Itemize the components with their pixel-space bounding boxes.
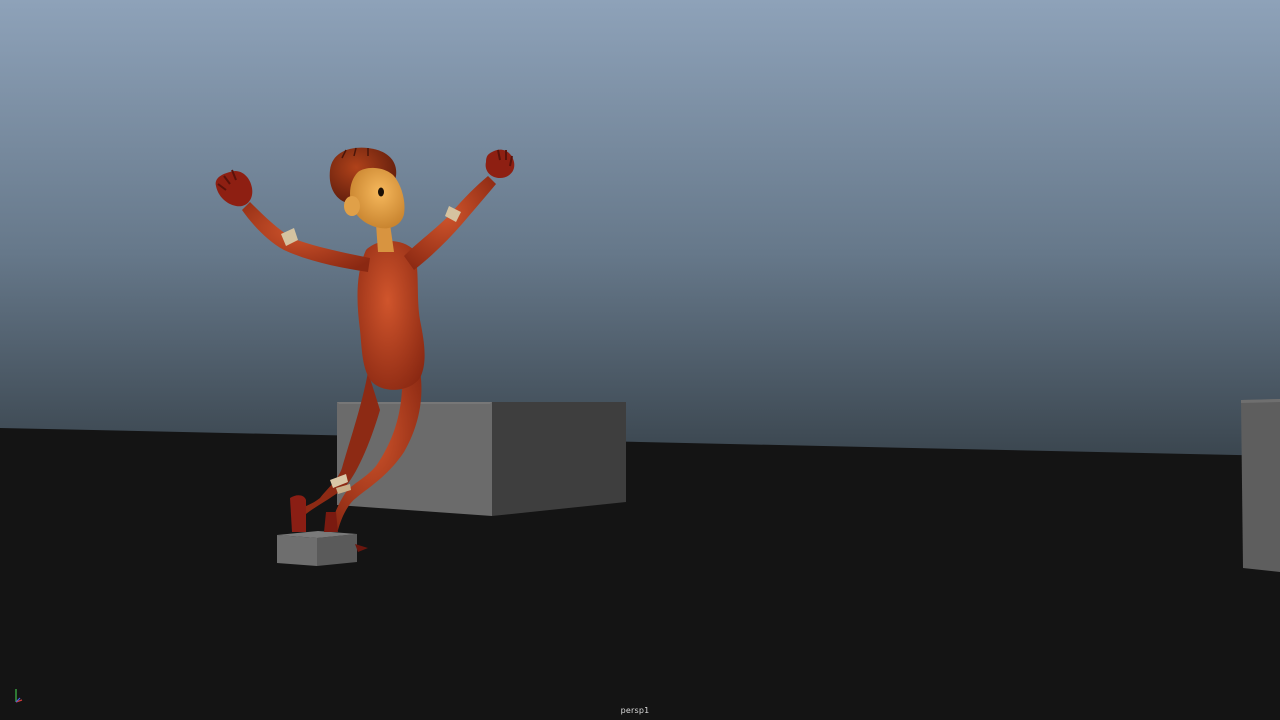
scene-render[interactable] [0,0,1280,720]
axis-gizmo-icon [15,689,23,703]
large-box[interactable] [337,402,626,516]
camera-name-label: persp1 [620,706,650,715]
3d-viewport[interactable]: persp1 [0,0,1280,720]
small-box[interactable] [277,531,357,566]
edge-box[interactable] [1241,399,1280,572]
character-ear [344,196,360,216]
ground-plane [0,428,1280,720]
character-foot [290,495,306,532]
sky-background [0,0,1280,460]
character-eye [378,187,384,197]
